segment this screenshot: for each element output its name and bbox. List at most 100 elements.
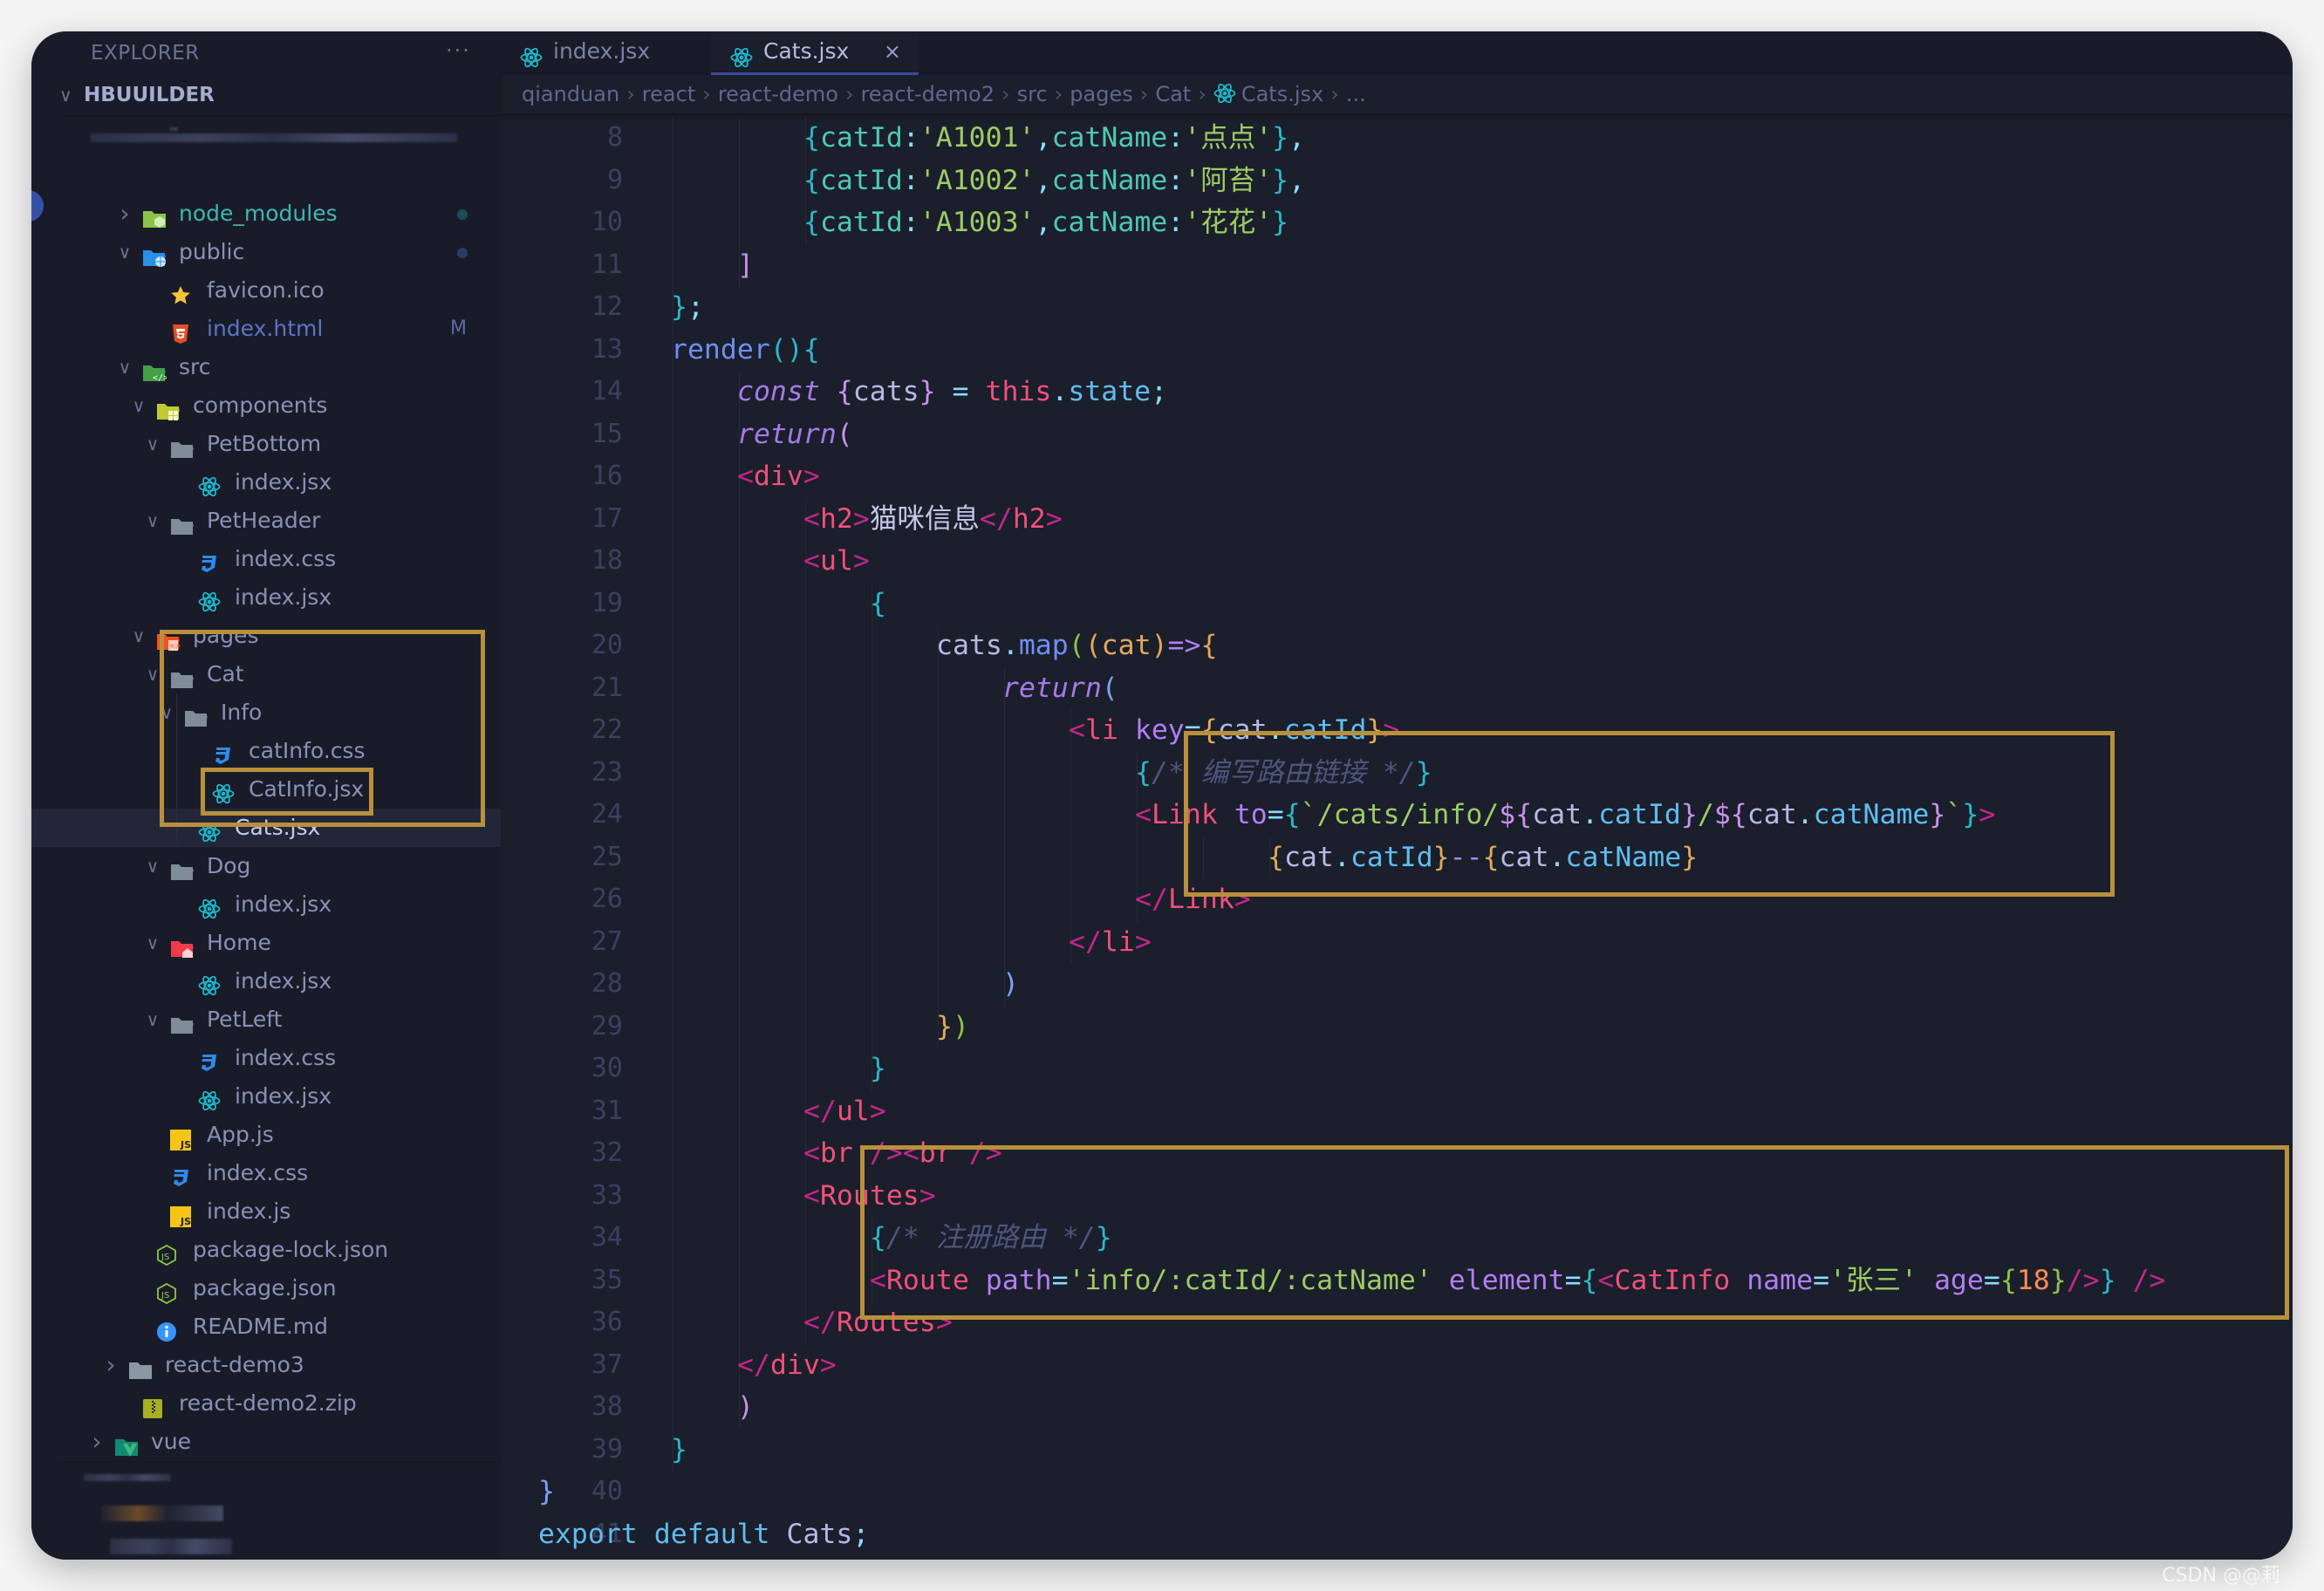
tree-file[interactable]: index.jsx (31, 1077, 501, 1116)
tree-file[interactable]: index.html M (31, 310, 501, 348)
css-icon (170, 1163, 193, 1186)
code-line: {catId:'A1001',catName:'点点'}, (803, 122, 1306, 154)
code-line: </div> (737, 1349, 837, 1381)
code-line: </Routes> (803, 1307, 953, 1338)
tree-item-label: PetBottom (207, 431, 322, 456)
breadcrumb-item[interactable]: pages (1070, 82, 1132, 106)
folder-components-icon (156, 395, 180, 420)
tree-folder[interactable]: ∨ PetLeft (31, 1000, 501, 1039)
tree-file[interactable]: JS package-lock.json (31, 1231, 501, 1269)
code-editor[interactable]: 8 {catId:'A1001',catName:'点点'}, 9 {catId:'A… (501, 31, 2293, 1560)
tree-file[interactable]: CatInfo.jsx (31, 770, 501, 809)
chevron-right-icon[interactable]: › (88, 1423, 106, 1461)
tree-file[interactable]: index.jsx (31, 885, 501, 924)
git-modified-badge: M (450, 318, 467, 339)
tree-folder[interactable]: ∨ <> pages (31, 617, 501, 655)
chevron-down-icon[interactable]: ∨ (130, 617, 147, 655)
breadcrumb-item[interactable]: react (642, 82, 695, 106)
tree-file[interactable]: index.jsx (31, 962, 501, 1000)
tree-file[interactable]: index.css (31, 1154, 501, 1192)
more-actions-button[interactable]: ··· (446, 33, 471, 73)
indent-guide (739, 1132, 740, 1176)
tree-folder[interactable]: ∨ Dog (31, 847, 501, 885)
indent-guide (805, 1259, 806, 1302)
tree-folder[interactable]: ∨ Home (31, 924, 501, 962)
tree-item-label: package.json (193, 1275, 337, 1301)
chevron-down-icon[interactable]: ∨ (116, 348, 133, 386)
tree-file[interactable]: react-demo2.zip (31, 1384, 501, 1423)
tree-item-label: index.css (207, 1160, 309, 1185)
chevron-right-icon[interactable]: › (116, 195, 133, 233)
indent-guide (805, 709, 806, 753)
tree-folder[interactable]: ∨ components (31, 386, 501, 425)
workspace-section-header[interactable]: ∨ HBUUILDER (59, 75, 215, 115)
breadcrumb-item[interactable]: qianduan (522, 82, 619, 106)
tree-file[interactable]: JS App.js (31, 1116, 501, 1154)
line-number: 28 (591, 968, 623, 999)
line-number: 27 (591, 925, 623, 957)
tree-file[interactable]: index.jsx (31, 578, 501, 617)
folder-node-icon (142, 203, 166, 228)
tree-file[interactable]: JS index.js (31, 1192, 501, 1231)
line-number: 17 (591, 502, 623, 534)
blurred-content (91, 133, 457, 142)
chevron-down-icon[interactable]: ∨ (116, 233, 133, 271)
tree-folder[interactable]: ∨ PetHeader (31, 502, 501, 540)
tree-folder[interactable]: › node_modules (31, 195, 501, 233)
indent-guide (1004, 794, 1005, 837)
breadcrumb-item[interactable]: Cat (1155, 82, 1191, 106)
breadcrumb-item[interactable]: Cats.jsx (1241, 82, 1323, 106)
tree-item-label: index.jsx (235, 891, 332, 917)
chevron-down-icon[interactable]: ∨ (144, 924, 161, 962)
indent-guide (1137, 836, 1138, 879)
indent-guide (739, 159, 740, 202)
line-number: 24 (591, 799, 623, 830)
indent-guide (739, 201, 740, 245)
chevron-down-icon[interactable]: ∨ (144, 425, 161, 463)
chevron-down-icon[interactable]: ∨ (144, 655, 161, 693)
chevron-down-icon[interactable]: ∨ (144, 847, 161, 885)
tree-file[interactable]: index.css (31, 540, 501, 578)
tree-file[interactable]: favicon.ico (31, 271, 501, 310)
tree-folder[interactable]: › react-demo3 (31, 1346, 501, 1384)
svg-text:JS: JS (161, 1253, 169, 1262)
tree-item-label: index.jsx (235, 968, 332, 994)
tree-folder[interactable]: ∨ Cat (31, 655, 501, 693)
tree-folder[interactable]: ∨ </> src (31, 348, 501, 386)
indent-guide (739, 117, 740, 160)
code-line: <ul> (803, 545, 870, 577)
svg-text:JS: JS (180, 1216, 191, 1227)
chevron-down-icon[interactable]: ∨ (158, 693, 175, 732)
blurred-content (101, 1506, 223, 1521)
tree-folder[interactable]: ∨ public (31, 233, 501, 271)
tree-file[interactable]: index.css (31, 1039, 501, 1077)
breadcrumb-item[interactable]: react-demo (718, 82, 838, 106)
chevron-down-icon[interactable]: ∨ (130, 386, 147, 425)
tree-folder[interactable]: ∨ Info (31, 693, 501, 732)
chevron-down-icon[interactable]: ∨ (144, 1000, 161, 1039)
line-number: 20 (591, 630, 623, 660)
breadcrumb-item[interactable]: react-demo2 (861, 82, 995, 106)
indent-guide (739, 1301, 740, 1345)
tree-file[interactable]: catInfo.css (31, 732, 501, 770)
tree-file[interactable]: JS package.json (31, 1269, 501, 1308)
code-line: ) (1002, 968, 1019, 1000)
tree-file[interactable]: Cats.jsx (31, 809, 501, 847)
indent-guide (1070, 836, 1071, 879)
tree-folder[interactable]: ∨ PetBottom (31, 425, 501, 463)
chevron-right-icon[interactable]: › (102, 1346, 120, 1384)
code-line: <li key={cat.catId}> (1069, 714, 1400, 746)
line-number: 35 (591, 1264, 623, 1295)
indent-guide (739, 920, 740, 964)
tree-file[interactable]: README.md (31, 1308, 501, 1346)
chevron-down-icon[interactable]: ∨ (144, 502, 161, 540)
breadcrumb-item[interactable]: ... (1346, 82, 1366, 106)
breadcrumb-item[interactable]: src (1017, 82, 1048, 106)
tree-item-label: vue (151, 1429, 192, 1454)
code-line: <div> (737, 461, 820, 492)
indent-guide (938, 709, 939, 753)
tree-folder[interactable]: › vue (31, 1423, 501, 1461)
tree-file[interactable]: index.jsx (31, 463, 501, 502)
line-number: 34 (591, 1222, 623, 1253)
react-icon (212, 779, 235, 804)
